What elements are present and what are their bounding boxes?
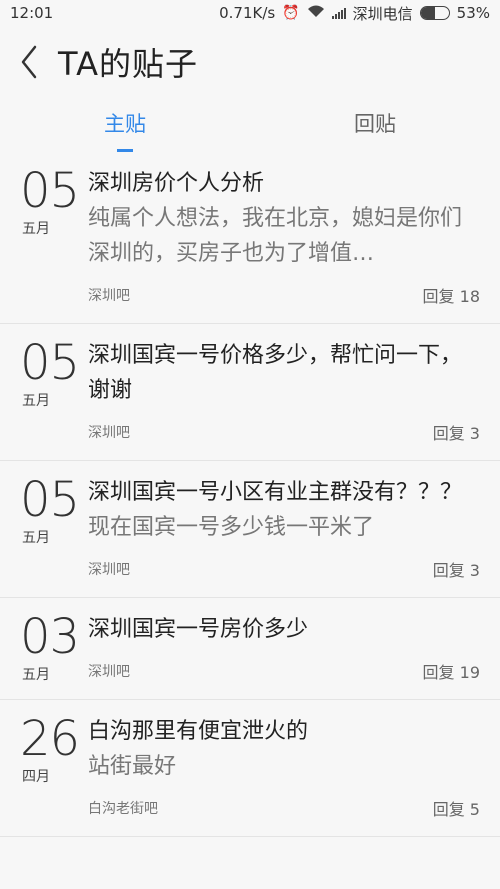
post-reply-count: 回复 18: [422, 287, 480, 306]
post-meta: 深圳吧 回复 19: [88, 647, 480, 699]
post-title: 深圳房价个人分析: [88, 171, 265, 196]
list-item[interactable]: 26 四月 白沟那里有便宜泄火的 站街最好 白沟老街吧 回复 5: [0, 700, 500, 837]
post-reply-count: 回复 3: [432, 561, 480, 580]
post-date: 05 五月: [20, 166, 88, 323]
back-button[interactable]: [0, 32, 58, 92]
post-day: 05: [20, 335, 80, 391]
list-item[interactable]: 05 五月 深圳国宾一号小区有业主群没有？？？ 现在国宾一号多少钱一平米了 深圳…: [0, 461, 500, 598]
battery-percent: 53%: [456, 4, 490, 22]
post-date: 05 五月: [20, 338, 88, 460]
post-month: 五月: [22, 221, 50, 237]
network-speed: 0.71K/s: [219, 4, 276, 22]
post-date: 26 四月: [20, 714, 88, 836]
status-time: 12:01: [10, 4, 54, 22]
post-month: 五月: [22, 530, 50, 546]
post-content: 深圳国宾一号小区有业主群没有？？？ 现在国宾一号多少钱一平米了 深圳吧 回复 3: [88, 475, 480, 597]
post-forum[interactable]: 白沟老街吧: [88, 798, 158, 818]
battery-fill: [420, 7, 436, 19]
post-date: 05 五月: [20, 475, 88, 597]
tab-replies-label: 回贴: [354, 112, 396, 136]
post-content: 深圳房价个人分析 纯属个人想法，我在北京，媳妇是你们深圳的，买房子也为了增值… …: [88, 166, 480, 323]
post-meta: 深圳吧 回复 3: [88, 545, 480, 597]
post-content: 白沟那里有便宜泄火的 站街最好 白沟老街吧 回复 5: [88, 714, 480, 836]
post-content: 深圳国宾一号房价多少 深圳吧 回复 19: [88, 612, 480, 699]
post-meta: 深圳吧 回复 18: [88, 271, 480, 323]
tab-replies[interactable]: 回贴: [250, 100, 500, 152]
signal-icon: [331, 7, 346, 19]
list-item[interactable]: 05 五月 深圳国宾一号价格多少，帮忙问一下，谢谢 深圳吧 回复 3: [0, 324, 500, 461]
post-day: 26: [20, 711, 80, 767]
post-excerpt: 现在国宾一号多少钱一平米了: [88, 515, 375, 540]
status-bar: 12:01 0.71K/s ⏰ 深圳电信 53%: [0, 0, 500, 26]
post-reply-count: 回复 5: [432, 800, 480, 819]
list-item[interactable]: 05 五月 深圳房价个人分析 纯属个人想法，我在北京，媳妇是你们深圳的，买房子也…: [0, 152, 500, 324]
carrier-name: 深圳电信: [352, 4, 413, 23]
post-forum[interactable]: 深圳吧: [88, 661, 130, 681]
post-day: 05: [20, 163, 80, 219]
post-month: 四月: [22, 769, 50, 785]
post-title: 深圳国宾一号房价多少: [88, 617, 309, 642]
post-day: 03: [20, 609, 80, 665]
post-excerpt: 站街最好: [88, 754, 177, 779]
tab-main-posts[interactable]: 主贴: [0, 100, 250, 152]
post-title: 白沟那里有便宜泄火的: [88, 719, 309, 744]
tab-bar: 主贴 回贴: [0, 100, 500, 152]
tab-main-posts-label: 主贴: [104, 112, 146, 136]
status-right: 0.71K/s ⏰ 深圳电信 53%: [219, 3, 490, 24]
post-forum[interactable]: 深圳吧: [88, 422, 130, 442]
list-item[interactable]: 03 五月 深圳国宾一号房价多少 深圳吧 回复 19: [0, 598, 500, 700]
post-date: 03 五月: [20, 612, 88, 699]
wifi-icon: [307, 4, 325, 22]
post-forum[interactable]: 深圳吧: [88, 559, 130, 579]
post-title: 深圳国宾一号价格多少，帮忙问一下，谢谢: [88, 343, 463, 403]
post-month: 五月: [22, 393, 50, 409]
header: TA的贴子: [0, 32, 500, 92]
post-meta: 白沟老街吧 回复 5: [88, 784, 480, 836]
alarm-icon: ⏰: [282, 5, 300, 21]
post-excerpt: 纯属个人想法，我在北京，媳妇是你们深圳的，买房子也为了增值…: [88, 206, 463, 266]
post-month: 五月: [22, 667, 50, 683]
battery-icon: [419, 6, 450, 20]
post-meta: 深圳吧 回复 3: [88, 408, 480, 460]
post-reply-count: 回复 3: [432, 424, 480, 443]
post-forum[interactable]: 深圳吧: [88, 285, 130, 305]
post-list: 05 五月 深圳房价个人分析 纯属个人想法，我在北京，媳妇是你们深圳的，买房子也…: [0, 152, 500, 837]
post-reply-count: 回复 19: [422, 663, 480, 682]
post-title: 深圳国宾一号小区有业主群没有？？？: [88, 480, 463, 505]
post-content: 深圳国宾一号价格多少，帮忙问一下，谢谢 深圳吧 回复 3: [88, 338, 480, 460]
page-title: TA的贴子: [58, 45, 198, 83]
post-day: 05: [20, 472, 80, 528]
chevron-left-icon: [21, 45, 37, 79]
